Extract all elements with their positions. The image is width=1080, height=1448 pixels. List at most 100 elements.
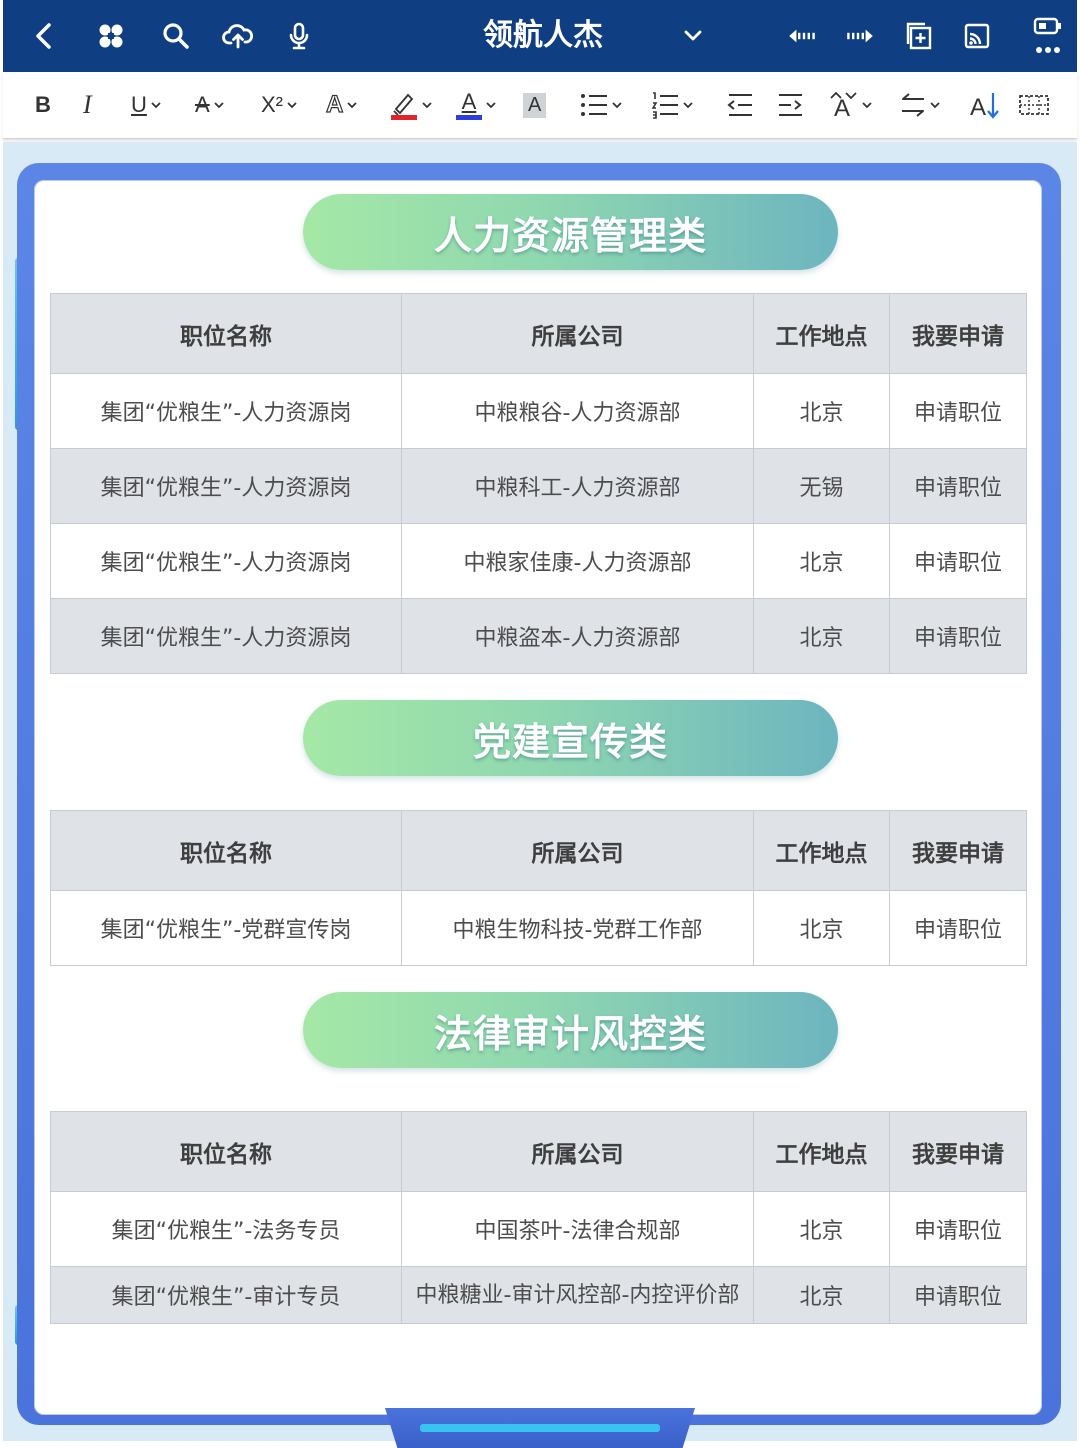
- indent-icon: [779, 94, 802, 116]
- company-cell: 中粮盗本-人力资源部: [401, 598, 754, 674]
- font-color-button[interactable]: A: [456, 86, 496, 124]
- location-cell: 北京: [753, 1266, 890, 1324]
- top-app-bar: 领航人杰: [3, 0, 1077, 72]
- company-cell: 中粮生物科技-党群工作部: [401, 890, 754, 966]
- font-color-bar: [456, 115, 482, 120]
- position-cell: 集团“优粮生”-人力资源岗: [50, 598, 402, 674]
- more-icon[interactable]: [1028, 30, 1068, 70]
- section-title: 党建宣传类: [472, 719, 668, 764]
- text-direction-button[interactable]: [900, 86, 940, 124]
- position-cell: 集团“优粮生”-人力资源岗: [50, 373, 402, 449]
- superscript-label: X²: [261, 92, 283, 117]
- table-row: 集团“优粮生”-人力资源岗 中粮粮谷-人力资源部 北京 申请职位: [50, 373, 1027, 449]
- section-header-hr: 人力资源管理类: [303, 194, 838, 270]
- italic-button[interactable]: I: [83, 86, 92, 124]
- italic-label: I: [83, 90, 92, 119]
- position-cell: 集团“优粮生”-党群宣传岗: [50, 890, 402, 966]
- font-color-swatch: A: [456, 90, 482, 120]
- section-title: 法律审计风控类: [433, 1011, 707, 1056]
- column-header-location: 工作地点: [753, 1111, 890, 1192]
- section-header-party: 党建宣传类: [303, 700, 838, 776]
- section-header-legal: 法律审计风控类: [303, 992, 838, 1068]
- location-cell: 北京: [753, 890, 890, 966]
- table-row: 集团“优粮生”-人力资源岗 中粮盗本-人力资源部 北京 申请职位: [50, 598, 1027, 674]
- column-header-position: 职位名称: [50, 293, 402, 374]
- chevron-down-icon: [287, 102, 297, 109]
- app-title: 领航人杰: [483, 18, 603, 53]
- table-icon: [1019, 95, 1049, 115]
- bold-button[interactable]: B: [35, 86, 51, 124]
- cloud-upload-icon[interactable]: [218, 16, 258, 56]
- text-effect-button[interactable]: A: [325, 86, 357, 124]
- column-header-location: 工作地点: [753, 293, 890, 374]
- table-row: 集团“优粮生”-法务专员 中国茶叶-法律合规部 北京 申请职位: [50, 1191, 1027, 1267]
- company-cell: 中粮科工-人力资源部: [401, 448, 754, 524]
- bullet-list-icon: [581, 94, 607, 116]
- location-cell: 无锡: [753, 448, 890, 524]
- chevron-down-icon: [862, 102, 872, 109]
- apply-link[interactable]: 申请职位: [889, 373, 1027, 449]
- position-cell: 集团“优粮生”-人力资源岗: [50, 523, 402, 599]
- apply-link[interactable]: 申请职位: [889, 598, 1027, 674]
- chevron-down-icon: [683, 102, 693, 109]
- column-header-location: 工作地点: [753, 810, 890, 891]
- back-icon[interactable]: [25, 16, 65, 56]
- format-toolbar: B I U A X² A A A A A: [3, 72, 1077, 139]
- svg-text:A: A: [970, 94, 986, 120]
- increase-indent-button[interactable]: [776, 86, 804, 124]
- table-row: 集团“优粮生”-审计专员 中粮糖业-审计风控部-内控评价部 北京 申请职位: [50, 1266, 1027, 1324]
- chevron-down-icon: [151, 102, 161, 109]
- decrease-indent-button[interactable]: [726, 86, 754, 124]
- sort-button[interactable]: A: [969, 86, 1001, 124]
- undo-icon[interactable]: [779, 16, 825, 56]
- add-page-icon[interactable]: [899, 16, 939, 56]
- text-effect-label: A: [325, 90, 344, 118]
- column-header-position: 职位名称: [50, 1111, 402, 1192]
- apply-link[interactable]: 申请职位: [889, 448, 1027, 524]
- job-table-party: 职位名称 所属公司 工作地点 我要申请 集团“优粮生”-党群宣传岗 中粮生物科技…: [50, 810, 1027, 966]
- chevron-down-icon[interactable]: [679, 22, 707, 50]
- line-spacing-button[interactable]: A: [828, 86, 872, 124]
- strikethrough-label: A: [195, 92, 210, 117]
- apply-link[interactable]: 申请职位: [889, 523, 1027, 599]
- chevron-down-icon: [612, 102, 622, 109]
- underline-label: U: [131, 92, 147, 117]
- location-cell: 北京: [753, 1191, 890, 1267]
- cast-icon[interactable]: [957, 16, 997, 56]
- chevron-down-icon: [422, 102, 432, 109]
- search-icon[interactable]: [156, 16, 196, 56]
- swap-direction-icon: [902, 93, 924, 117]
- highlight-button[interactable]: [390, 86, 432, 124]
- char-shading-button[interactable]: A: [523, 86, 547, 124]
- job-table-legal: 职位名称 所属公司 工作地点 我要申请 集团“优粮生”-法务专员 中国茶叶-法律…: [50, 1111, 1027, 1324]
- apply-link[interactable]: 申请职位: [889, 1266, 1027, 1324]
- numbered-list-button[interactable]: [651, 86, 693, 124]
- redo-icon[interactable]: [837, 16, 883, 56]
- chevron-down-icon: [486, 102, 496, 109]
- apply-link[interactable]: 申请职位: [889, 1191, 1027, 1267]
- section-title: 人力资源管理类: [433, 213, 707, 258]
- chevron-down-icon: [930, 102, 940, 109]
- underline-button[interactable]: U: [131, 86, 161, 124]
- sort-icon: A: [970, 93, 999, 120]
- poster-bottom-bar: [420, 1424, 660, 1432]
- table-row: 集团“优粮生”-人力资源岗 中粮科工-人力资源部 无锡 申请职位: [50, 448, 1027, 524]
- app-grid-icon[interactable]: [91, 16, 131, 56]
- table-header-row: 职位名称 所属公司 工作地点 我要申请: [50, 1111, 1027, 1192]
- location-cell: 北京: [753, 373, 890, 449]
- table-button[interactable]: [1019, 86, 1049, 124]
- microphone-icon[interactable]: [279, 16, 319, 56]
- superscript-button[interactable]: X²: [261, 86, 297, 124]
- company-cell: 中国茶叶-法律合规部: [401, 1191, 754, 1267]
- column-header-company: 所属公司: [401, 293, 754, 374]
- strikethrough-button[interactable]: A: [195, 86, 224, 124]
- table-row: 集团“优粮生”-党群宣传岗 中粮生物科技-党群工作部 北京 申请职位: [50, 890, 1027, 966]
- apply-link[interactable]: 申请职位: [889, 890, 1027, 966]
- bullet-list-button[interactable]: [580, 86, 622, 124]
- outdent-icon: [727, 94, 752, 116]
- bold-label: B: [35, 92, 51, 117]
- company-cell: 中粮粮谷-人力资源部: [401, 373, 754, 449]
- column-header-company: 所属公司: [401, 810, 754, 891]
- company-cell: 中粮家佳康-人力资源部: [401, 523, 754, 599]
- font-color-label: A: [461, 89, 477, 114]
